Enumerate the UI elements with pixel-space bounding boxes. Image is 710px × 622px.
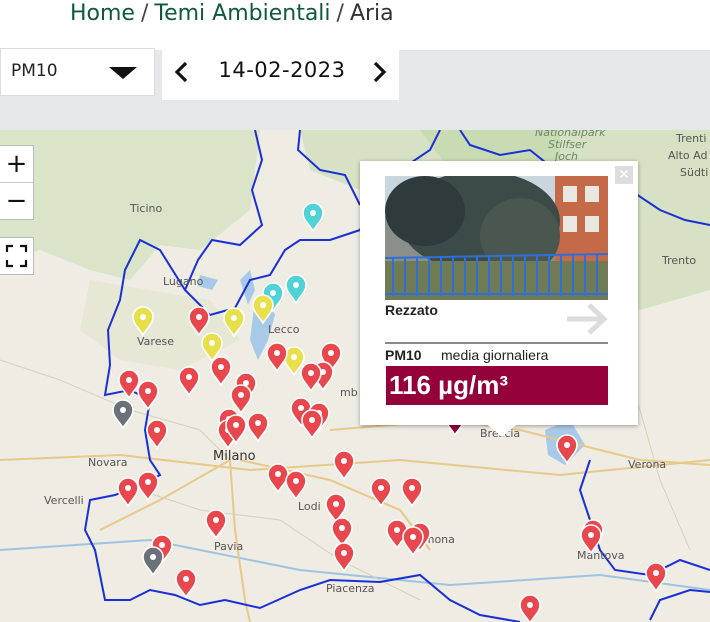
station-marker-icon[interactable] <box>117 477 139 508</box>
fullscreen-button[interactable] <box>0 237 34 275</box>
zoom-control: + − <box>0 145 34 220</box>
station-marker-icon[interactable] <box>178 366 200 397</box>
station-marker-icon[interactable] <box>285 274 307 305</box>
station-marker-icon[interactable] <box>267 463 289 494</box>
station-marker-icon[interactable] <box>333 542 355 573</box>
station-marker-icon[interactable] <box>175 568 197 599</box>
close-button[interactable]: ✕ <box>615 166 633 184</box>
station-marker-icon[interactable] <box>401 477 423 508</box>
chevron-right-icon[interactable] <box>367 60 391 84</box>
breadcrumb-home-link[interactable]: Home <box>70 1 135 26</box>
station-popup: ✕ Rezzato PM10 media giornaliera 116 µg/… <box>360 161 638 437</box>
station-marker-icon[interactable] <box>302 202 324 233</box>
popup-pollutant: PM10 <box>385 347 422 363</box>
station-marker-icon[interactable] <box>230 384 252 415</box>
breadcrumb: Home / Temi Ambientali / Aria <box>70 0 394 30</box>
station-marker-icon[interactable] <box>580 524 602 555</box>
arrow-right-icon[interactable] <box>565 300 610 338</box>
station-marker-icon[interactable] <box>118 369 140 400</box>
station-marker-icon[interactable] <box>285 470 307 501</box>
zoom-in-button[interactable]: + <box>0 146 33 183</box>
pollutant-select[interactable]: PM10 <box>0 48 155 96</box>
station-marker-icon[interactable] <box>556 434 578 465</box>
popup-tip <box>488 425 516 437</box>
station-marker-icon[interactable] <box>252 294 274 325</box>
breadcrumb-separator: / <box>140 1 149 26</box>
station-marker-icon[interactable] <box>137 380 159 411</box>
breadcrumb-current: Aria <box>349 1 394 26</box>
chevron-left-icon[interactable] <box>170 60 194 84</box>
breadcrumb-separator: / <box>336 1 344 26</box>
station-marker-icon[interactable] <box>223 307 245 338</box>
station-marker-icon[interactable] <box>146 419 168 450</box>
station-marker-icon[interactable] <box>247 412 269 443</box>
station-marker-icon[interactable] <box>266 342 288 373</box>
breadcrumb-section-link[interactable]: Temi Ambientali <box>154 1 330 26</box>
station-marker-icon[interactable] <box>137 471 159 502</box>
station-marker-icon[interactable] <box>331 517 353 548</box>
station-name: Rezzato <box>385 302 438 318</box>
station-marker-icon[interactable] <box>112 399 134 430</box>
station-marker-icon[interactable] <box>188 306 210 337</box>
station-marker-icon[interactable] <box>205 509 227 540</box>
date-picker: 14-02-2023 <box>162 48 399 100</box>
popup-divider <box>385 342 608 344</box>
station-marker-icon[interactable] <box>300 362 322 393</box>
fullscreen-icon <box>5 244 28 268</box>
zoom-out-button[interactable]: − <box>0 183 33 219</box>
station-marker-icon[interactable] <box>210 356 232 387</box>
station-marker-icon[interactable] <box>519 594 541 622</box>
station-photo <box>385 176 608 300</box>
station-marker-icon[interactable] <box>132 306 154 337</box>
date-display[interactable]: 14-02-2023 <box>202 58 362 82</box>
station-marker-icon[interactable] <box>333 450 355 481</box>
popup-description: media giornaliera <box>441 347 549 363</box>
station-marker-icon[interactable] <box>301 409 323 440</box>
station-marker-icon[interactable] <box>645 562 667 593</box>
popup-value: 116 µg/m³ <box>386 366 608 405</box>
station-marker-icon[interactable] <box>370 477 392 508</box>
chevron-down-icon <box>109 67 137 79</box>
pollutant-select-value: PM10 <box>11 61 58 81</box>
station-marker-icon[interactable] <box>142 546 164 577</box>
